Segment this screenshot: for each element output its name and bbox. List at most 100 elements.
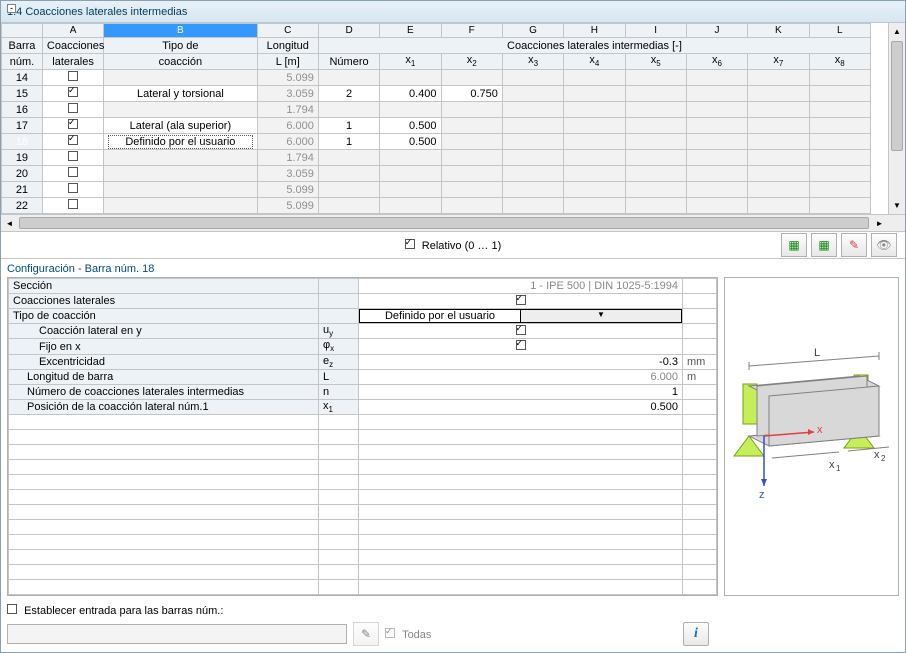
row-header[interactable]: 16 xyxy=(2,102,43,118)
prop-value[interactable]: 0.500 xyxy=(359,399,683,414)
x-value-cell[interactable] xyxy=(748,198,809,214)
x-value-cell[interactable] xyxy=(502,134,563,150)
length-cell[interactable]: 1.794 xyxy=(257,150,318,166)
x-value-cell[interactable] xyxy=(441,134,502,150)
length-cell[interactable]: 3.059 xyxy=(257,86,318,102)
scroll-right-arrow[interactable]: ► xyxy=(871,215,888,231)
x-value-cell[interactable] xyxy=(686,86,747,102)
scroll-up-arrow[interactable]: ▲ xyxy=(889,23,905,40)
x-value-cell[interactable] xyxy=(380,198,441,214)
pick-members-button[interactable]: ✎ xyxy=(353,622,379,646)
x-value-cell[interactable] xyxy=(686,70,747,86)
restraint-type-cell[interactable] xyxy=(104,70,257,86)
restraint-type-cell[interactable]: Lateral y torsional xyxy=(104,86,257,102)
restraint-type-cell[interactable] xyxy=(104,182,257,198)
count-cell[interactable] xyxy=(318,70,379,86)
x-value-cell[interactable] xyxy=(380,70,441,86)
lateral-restraint-checkbox[interactable] xyxy=(42,118,103,134)
x-value-cell[interactable] xyxy=(809,150,870,166)
scroll-down-arrow[interactable]: ▼ xyxy=(889,197,905,214)
main-grid[interactable]: ABCDEFGHIJKLBarraCoaccionesTipo deLongit… xyxy=(1,23,871,214)
x-value-cell[interactable] xyxy=(748,134,809,150)
x-value-cell[interactable] xyxy=(809,198,870,214)
members-input[interactable] xyxy=(7,624,347,644)
x-value-cell[interactable] xyxy=(564,150,625,166)
lateral-restraint-checkbox[interactable] xyxy=(42,182,103,198)
lateral-restraint-checkbox[interactable] xyxy=(42,134,103,150)
x-value-cell[interactable] xyxy=(748,70,809,86)
row-header[interactable]: 19 xyxy=(2,150,43,166)
x-value-cell[interactable] xyxy=(748,118,809,134)
prop-value[interactable] xyxy=(359,324,683,339)
lateral-restraint-checkbox[interactable] xyxy=(42,150,103,166)
x-value-cell[interactable]: 0.500 xyxy=(380,118,441,134)
restraint-type-cell[interactable]: Lateral (ala superior) xyxy=(104,118,257,134)
x-value-cell[interactable] xyxy=(564,166,625,182)
x-value-cell[interactable] xyxy=(380,102,441,118)
view-toggle-button[interactable]: 👁 xyxy=(871,233,897,257)
row-header[interactable]: 15 xyxy=(2,86,43,102)
x-value-cell[interactable]: 0.400 xyxy=(380,86,441,102)
prop-value[interactable]: -0.3 xyxy=(359,354,683,369)
x-value-cell[interactable] xyxy=(748,150,809,166)
restraint-type-cell[interactable]: Definido por el usuario xyxy=(104,134,257,150)
scroll-left-arrow[interactable]: ◄ xyxy=(1,215,18,231)
x-value-cell[interactable] xyxy=(809,166,870,182)
x-value-cell[interactable] xyxy=(748,182,809,198)
x-value-cell[interactable] xyxy=(625,102,686,118)
prop-value[interactable] xyxy=(359,339,683,354)
column-letter[interactable]: K xyxy=(748,24,809,38)
length-cell[interactable]: 5.099 xyxy=(257,182,318,198)
x-value-cell[interactable] xyxy=(502,198,563,214)
x-value-cell[interactable] xyxy=(625,118,686,134)
export-excel-out-button[interactable]: ▦ xyxy=(781,233,807,257)
x-value-cell[interactable] xyxy=(809,118,870,134)
x-value-cell[interactable] xyxy=(686,134,747,150)
x-value-cell[interactable] xyxy=(564,86,625,102)
column-letter[interactable]: A xyxy=(42,24,103,38)
x-value-cell[interactable] xyxy=(502,86,563,102)
count-cell[interactable] xyxy=(318,102,379,118)
restraint-type-cell[interactable] xyxy=(104,166,257,182)
count-cell[interactable]: 1 xyxy=(318,134,379,150)
x-value-cell[interactable] xyxy=(686,198,747,214)
count-cell[interactable]: 1 xyxy=(318,118,379,134)
relative-checkbox[interactable]: Relativo (0 … 1) xyxy=(405,240,502,252)
count-cell[interactable] xyxy=(318,182,379,198)
count-cell[interactable] xyxy=(318,150,379,166)
column-letter[interactable]: F xyxy=(441,24,502,38)
x-value-cell[interactable] xyxy=(502,182,563,198)
x-value-cell[interactable] xyxy=(564,118,625,134)
column-letter[interactable]: B xyxy=(104,24,257,38)
prop-value[interactable]: Definido por el usuario▼ xyxy=(359,309,683,324)
x-value-cell[interactable] xyxy=(380,166,441,182)
lateral-restraint-checkbox[interactable] xyxy=(42,198,103,214)
x-value-cell[interactable] xyxy=(809,86,870,102)
column-letter[interactable]: H xyxy=(564,24,625,38)
x-value-cell[interactable] xyxy=(502,70,563,86)
lateral-restraint-checkbox[interactable] xyxy=(42,166,103,182)
row-header[interactable]: 18 xyxy=(2,134,43,150)
x-value-cell[interactable] xyxy=(564,182,625,198)
column-letter[interactable]: J xyxy=(686,24,747,38)
x-value-cell[interactable] xyxy=(625,198,686,214)
length-cell[interactable]: 3.059 xyxy=(257,166,318,182)
x-value-cell[interactable] xyxy=(564,198,625,214)
x-value-cell[interactable] xyxy=(380,150,441,166)
x-value-cell[interactable]: 0.750 xyxy=(441,86,502,102)
count-cell[interactable] xyxy=(318,198,379,214)
x-value-cell[interactable] xyxy=(441,70,502,86)
x-value-cell[interactable] xyxy=(686,118,747,134)
x-value-cell[interactable] xyxy=(441,166,502,182)
x-value-cell[interactable] xyxy=(625,70,686,86)
row-header[interactable]: 14 xyxy=(2,70,43,86)
x-value-cell[interactable] xyxy=(748,102,809,118)
x-value-cell[interactable] xyxy=(625,150,686,166)
info-button[interactable]: i xyxy=(683,622,709,646)
length-cell[interactable]: 6.000 xyxy=(257,134,318,150)
row-header[interactable]: 22 xyxy=(2,198,43,214)
x-value-cell[interactable] xyxy=(686,182,747,198)
row-header[interactable]: 21 xyxy=(2,182,43,198)
restraint-type-cell[interactable] xyxy=(104,102,257,118)
x-value-cell[interactable] xyxy=(380,182,441,198)
